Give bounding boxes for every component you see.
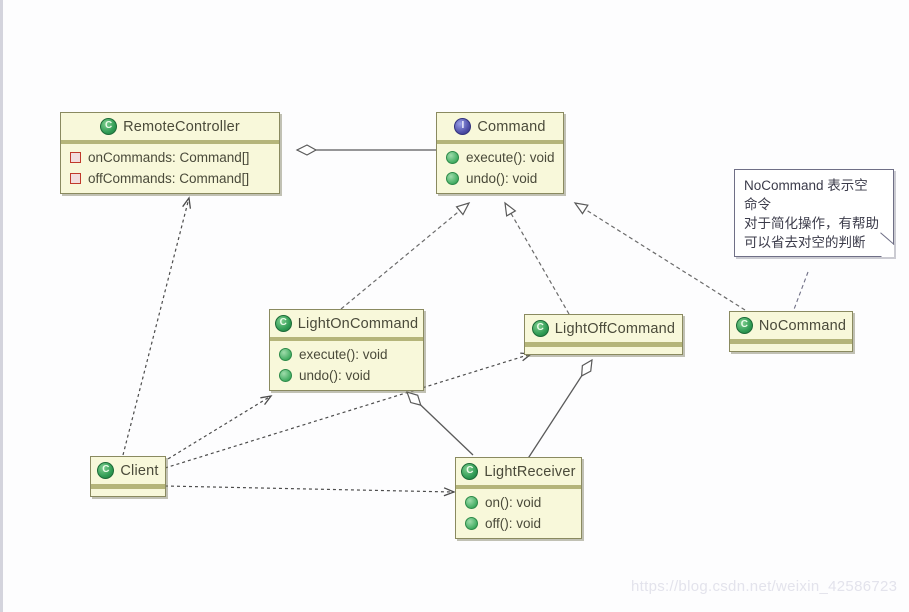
class-title-no-command: NoCommand [730,312,852,343]
class-box-light-on-command[interactable]: LightOnCommand execute(): void undo(): v… [269,309,424,391]
class-member: on(): void [456,492,581,513]
class-box-client[interactable]: Client [90,456,166,497]
method-icon [446,172,459,185]
edge-note-link-nocommand [792,271,809,313]
class-icon [735,317,753,334]
watermark-text: https://blog.csdn.net/weixin_42586723 [631,578,898,595]
class-icon [274,315,292,332]
class-members-remote-controller: onCommands: Command[] offCommands: Comma… [61,144,279,193]
class-member: undo(): void [270,365,423,386]
class-icon [461,463,479,480]
edge-realization-lightoncommand-command [340,202,471,310]
class-member-label: on(): void [485,495,542,510]
class-members-no-command [730,343,852,351]
class-box-light-off-command[interactable]: LightOffCommand [524,314,683,355]
class-title-remote-controller: RemoteController [61,113,279,144]
class-name-label: Client [120,462,159,479]
class-title-light-on-command: LightOnCommand [270,310,423,341]
class-name-label: LightOffCommand [554,320,676,337]
class-member-label: execute(): void [466,150,555,165]
class-member-label: undo(): void [466,171,538,186]
edge-dependency-client-remotecontroller [122,196,192,456]
class-title-command: Command [437,113,563,144]
edge-dependency-client-lightreceiver [164,485,456,497]
class-icon [100,118,118,135]
edge-realization-nocommand-command [573,202,746,311]
class-member: off(): void [456,513,581,534]
note-fold-corner-icon [881,244,894,257]
class-title-light-receiver: LightReceiver [456,458,581,489]
method-icon [279,369,292,382]
class-member: onCommands: Command[] [61,147,279,168]
class-member: execute(): void [270,344,423,365]
note-line: NoCommand 表示空 [744,178,868,193]
diagram-canvas: RemoteController (dependency) --> LightO… [0,0,909,612]
class-box-light-receiver[interactable]: LightReceiver on(): void off(): void [455,457,582,539]
method-icon [465,496,478,509]
class-member: undo(): void [437,168,563,189]
class-member: offCommands: Command[] [61,168,279,189]
method-icon [446,151,459,164]
class-box-command[interactable]: Command execute(): void undo(): void [436,112,564,194]
edge-realization-lightoffcommand-command [504,201,570,315]
class-member-label: undo(): void [299,368,371,383]
note-box-no-command[interactable]: NoCommand 表示空 命令 对于简化操作，有帮助 可以省去对空的判断 [734,169,895,257]
class-icon [97,462,115,479]
method-icon [465,517,478,530]
field-icon [70,152,81,163]
class-title-light-off-command: LightOffCommand [525,315,682,346]
note-line: 可以省去对空的判断 [744,235,866,250]
class-member: execute(): void [437,147,563,168]
class-member-label: off(): void [485,516,542,531]
class-name-label: Command [477,118,546,135]
class-members-light-on-command: execute(): void undo(): void [270,341,423,390]
class-icon [531,320,549,337]
edge-dependency-client-lightoncommand [162,395,273,463]
class-name-label: NoCommand [758,317,847,334]
class-member-label: offCommands: Command[] [88,171,250,186]
class-title-client: Client [91,457,165,488]
edge-aggregation-lightoffcommand-lightreceiver [526,360,592,461]
class-member-label: onCommands: Command[] [88,150,250,165]
class-members-light-off-command [525,346,682,354]
class-name-label: RemoteController [123,118,240,135]
class-members-command: execute(): void undo(): void [437,144,563,193]
class-name-label: LightOnCommand [297,315,419,332]
class-box-remote-controller[interactable]: RemoteController onCommands: Command[] o… [60,112,280,194]
class-name-label: LightReceiver [484,463,576,480]
note-line: 命令 [744,197,771,212]
interface-icon [454,118,472,135]
class-members-light-receiver: on(): void off(): void [456,489,581,538]
class-box-no-command[interactable]: NoCommand [729,311,853,352]
note-line: 对于简化操作，有帮助 [744,216,879,231]
edge-aggregation-lightoncommand-lightreceiver [407,392,474,456]
class-members-client [91,488,165,496]
method-icon [279,348,292,361]
field-icon [70,173,81,184]
class-member-label: execute(): void [299,347,388,362]
